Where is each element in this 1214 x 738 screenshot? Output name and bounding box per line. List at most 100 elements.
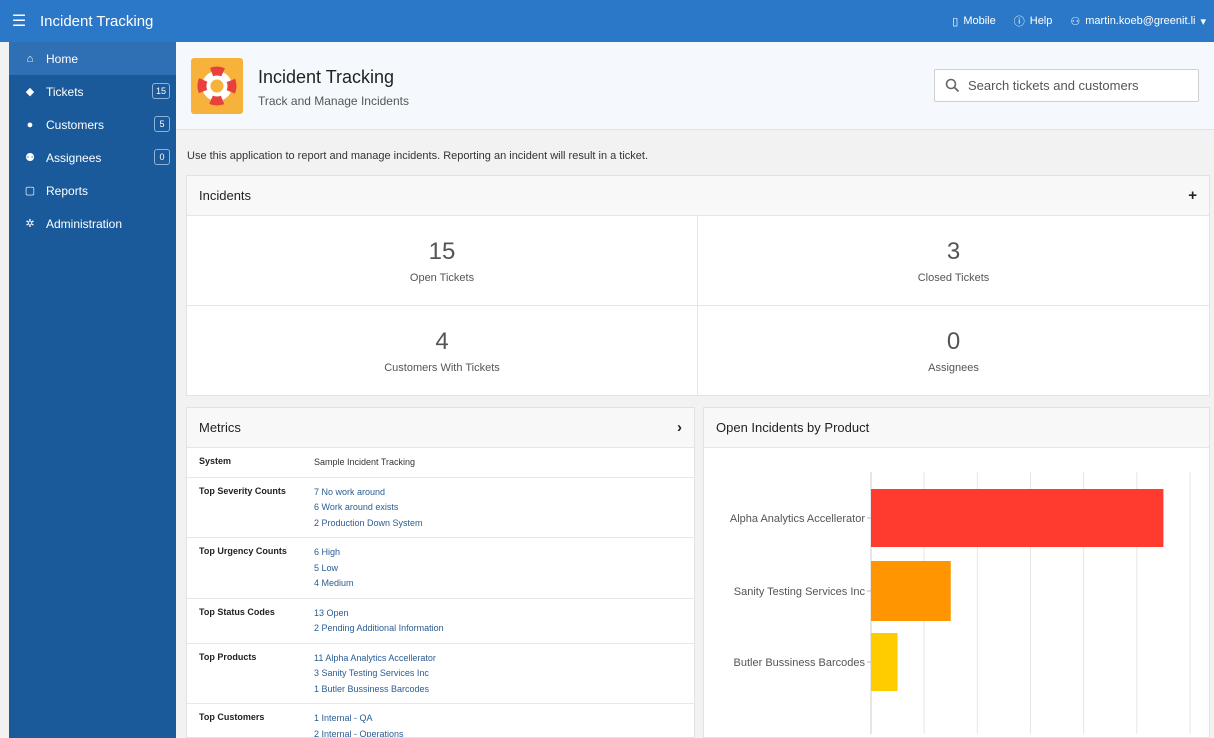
y-tick-label: Butler Bussiness Barcodes <box>734 657 866 669</box>
stat-value: 3 <box>946 238 961 265</box>
metric-key: Top Products <box>199 651 257 662</box>
metric-key: System <box>199 456 232 466</box>
chevron-right-icon[interactable]: › <box>677 419 682 436</box>
incidents-title: Incidents <box>199 188 252 203</box>
intro-text: Use this application to report and manag… <box>187 150 649 162</box>
metric-link[interactable]: 2 Production Down System <box>314 516 423 532</box>
metrics-title: Metrics <box>199 420 241 435</box>
stat-label: Assignees <box>928 362 979 374</box>
y-tick-label: Alpha Analytics Accellerator <box>730 513 865 525</box>
search-input[interactable]: Search tickets and customers <box>968 78 1139 93</box>
stat-value: 15 <box>428 238 456 265</box>
user-icon: ● <box>26 118 34 131</box>
metric-link[interactable]: 5 Low <box>314 561 354 577</box>
mobile-icon: ▯ <box>952 15 959 28</box>
hamburger-icon: ☰ <box>11 13 27 30</box>
metrics-row-urgency: Top Urgency Counts 6 High 5 Low 4 Medium <box>187 538 694 599</box>
incidents-header: Incidents + <box>187 176 1209 216</box>
sidebar-item-assignees[interactable]: ⚉ Assignees 0 <box>9 141 176 174</box>
menu-toggle-button[interactable]: ☰ <box>0 0 38 42</box>
metric-link[interactable]: 13 Open <box>314 606 444 622</box>
stat-label: Customers With Tickets <box>384 362 500 374</box>
help-link[interactable]: ⓘ Help <box>1014 13 1053 29</box>
count-badge: 5 <box>154 116 170 132</box>
count-badge: 0 <box>154 149 170 165</box>
stat-customers-with-tickets[interactable]: 4 Customers With Tickets <box>187 306 698 396</box>
search-box[interactable]: Search tickets and customers <box>934 69 1199 102</box>
metric-link[interactable]: 1 Butler Bussiness Barcodes <box>314 682 436 698</box>
bar <box>871 489 1164 547</box>
stat-label: Open Tickets <box>409 272 475 284</box>
user-menu[interactable]: ⚇ martin.koeb@greenit.li ▾ <box>1070 15 1206 28</box>
tag-icon: ◆ <box>25 86 35 98</box>
metric-link[interactable]: 11 Alpha Analytics Accellerator <box>314 651 436 667</box>
metrics-header: Metrics › <box>187 408 694 448</box>
stat-value: 4 <box>435 328 449 355</box>
metrics-row-customers: Top Customers 1 Internal - QA 2 Internal… <box>187 704 694 738</box>
stat-value: 0 <box>946 328 961 355</box>
bar <box>871 561 951 621</box>
sidebar-item-tickets[interactable]: ◆ Tickets 15 <box>9 75 176 108</box>
metric-link[interactable]: 7 No work around <box>314 485 423 501</box>
users-icon: ⚉ <box>25 152 35 164</box>
stat-open-tickets[interactable]: 15 Open Tickets <box>187 216 698 306</box>
lifebuoy-icon <box>191 58 243 114</box>
gear-icon: ✲ <box>25 218 35 230</box>
metric-link[interactable]: 6 Work around exists <box>314 500 423 516</box>
home-icon: ⌂ <box>26 52 34 65</box>
metric-key: Top Customers <box>199 712 265 722</box>
metric-link[interactable]: 6 High <box>314 545 354 561</box>
caret-down-icon: ▾ <box>1200 15 1206 28</box>
count-badge: 15 <box>151 83 170 99</box>
metric-link[interactable]: 2 Pending Additional Information <box>314 621 444 637</box>
sidebar-item-label: Assignees <box>46 150 102 165</box>
metric-link[interactable]: 3 Sanity Testing Services Inc <box>314 666 436 682</box>
stat-closed-tickets[interactable]: 3 Closed Tickets <box>698 216 1209 306</box>
metric-link[interactable]: 2 Internal - Operations <box>314 727 404 738</box>
metric-link[interactable]: 1 Internal - QA <box>314 711 404 727</box>
metric-key: Top Status Codes <box>199 606 275 617</box>
sidebar-item-label: Customers <box>46 117 105 132</box>
help-icon: ⓘ <box>1013 16 1025 28</box>
chart-card: Open Incidents by Product 024681012Alpha… <box>703 407 1210 738</box>
y-tick-label: Sanity Testing Services Inc <box>734 586 866 598</box>
metrics-row-status: Top Status Codes 13 Open 2 Pending Addit… <box>187 599 694 644</box>
sidebar: ⌂ Home ◆ Tickets 15 ● Customers 5 ⚉ Assi… <box>9 42 176 738</box>
mobile-link[interactable]: ▯ Mobile <box>952 15 995 28</box>
sidebar-item-label: Tickets <box>46 84 84 99</box>
metric-key: Top Urgency Counts <box>199 546 287 556</box>
page-subtitle: Track and Manage Incidents <box>258 94 409 108</box>
metrics-row-severity: Top Severity Counts 7 No work around 6 W… <box>187 478 694 538</box>
metric-key: Top Severity Counts <box>199 485 286 496</box>
metrics-row-system: System Sample Incident Tracking <box>187 448 694 478</box>
sidebar-item-customers[interactable]: ● Customers 5 <box>9 108 176 141</box>
sidebar-item-label: Reports <box>46 183 89 198</box>
incidents-card: Incidents + 15 Open Tickets 3 Closed Tic… <box>186 175 1210 396</box>
app-title[interactable]: Incident Tracking <box>38 13 153 30</box>
stat-assignees[interactable]: 0 Assignees <box>698 306 1209 396</box>
metric-link[interactable]: 4 Medium <box>314 576 354 592</box>
bar <box>871 633 898 691</box>
sidebar-item-administration[interactable]: ✲ Administration <box>9 207 176 240</box>
page-title: Incident Tracking <box>258 67 395 87</box>
sidebar-item-home[interactable]: ⌂ Home <box>9 42 176 75</box>
sidebar-item-label: Administration <box>46 216 123 231</box>
sidebar-item-reports[interactable]: ▢ Reports <box>9 174 176 207</box>
user-label: martin.koeb@greenit.li <box>1085 15 1196 27</box>
add-incident-button[interactable]: + <box>1188 187 1197 204</box>
help-label: Help <box>1029 15 1053 27</box>
search-icon <box>945 78 960 93</box>
top-bar: ☰ Incident Tracking ▯ Mobile ⓘ Help ⚇ ma… <box>0 0 1214 42</box>
mobile-label: Mobile <box>963 15 996 27</box>
user-icon: ⚇ <box>1070 15 1081 28</box>
bar-chart: 024681012Alpha Analytics AccelleratorSan… <box>730 472 1191 734</box>
chart-header: Open Incidents by Product <box>704 408 1209 448</box>
sidebar-item-label: Home <box>46 51 79 66</box>
stat-label: Closed Tickets <box>917 272 990 284</box>
hero-region: Incident Tracking Track and Manage Incid… <box>176 42 1214 130</box>
metrics-row-products: Top Products 11 Alpha Analytics Acceller… <box>187 644 694 704</box>
metric-value: Sample Incident Tracking <box>314 457 416 467</box>
metrics-card: Metrics › System Sample Incident Trackin… <box>186 407 695 738</box>
file-icon: ▢ <box>24 185 36 197</box>
chart-title: Open Incidents by Product <box>716 420 870 435</box>
